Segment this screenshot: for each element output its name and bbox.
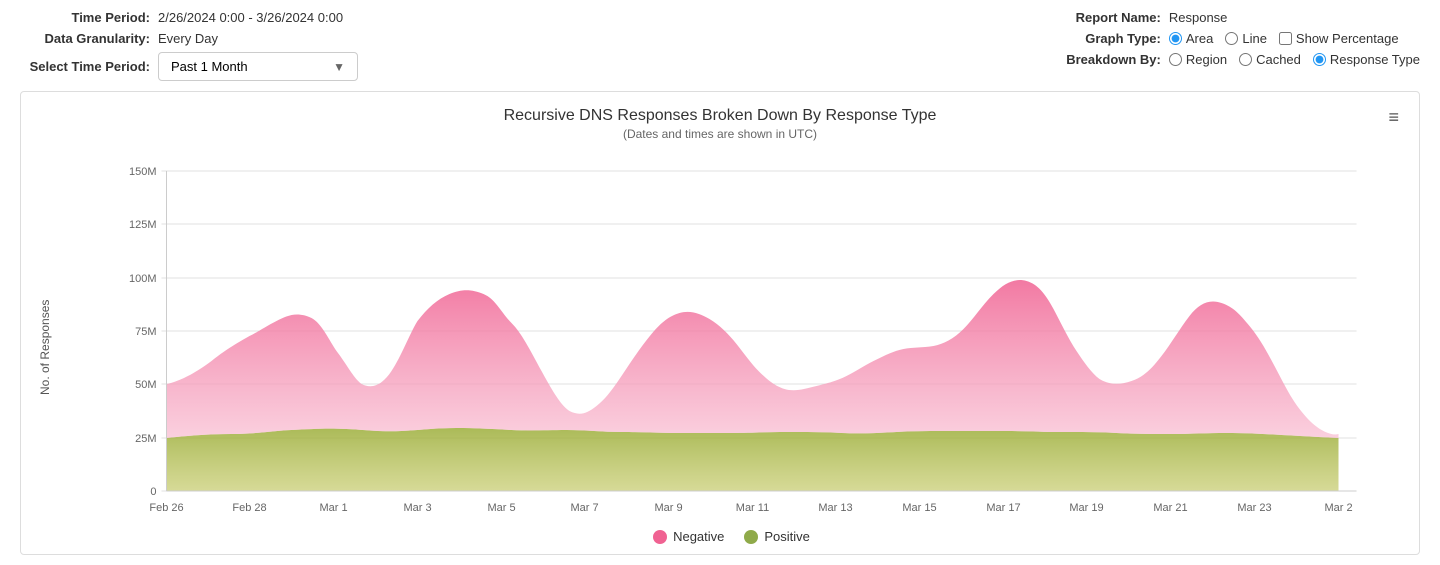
svg-text:Mar 21: Mar 21 (1153, 502, 1187, 514)
svg-text:Mar 19: Mar 19 (1069, 502, 1103, 514)
legend-negative: Negative (653, 529, 724, 544)
svg-text:Mar 1: Mar 1 (319, 502, 347, 514)
chart-plot: 150M 125M 100M 75M 50M 25M 0 Feb 26 Feb … (59, 151, 1404, 544)
positive-legend-label: Positive (764, 529, 810, 544)
svg-text:Mar 9: Mar 9 (654, 502, 682, 514)
chart-legend: Negative Positive (59, 529, 1404, 544)
time-period-dropdown-value: Past 1 Month (171, 59, 248, 74)
controls-panel: Time Period: 2/26/2024 0:00 - 3/26/2024 … (20, 10, 1420, 81)
show-percentage-checkbox[interactable]: Show Percentage (1279, 31, 1399, 46)
breakdown-region-label: Region (1186, 52, 1227, 67)
positive-legend-dot (744, 530, 758, 544)
svg-text:150M: 150M (129, 166, 157, 178)
svg-text:Feb 26: Feb 26 (149, 502, 183, 514)
svg-text:125M: 125M (129, 219, 157, 231)
time-period-value: 2/26/2024 0:00 - 3/26/2024 0:00 (158, 10, 343, 25)
svg-text:Mar 17: Mar 17 (986, 502, 1020, 514)
controls-right: Report Name: Response Graph Type: Area L… (1031, 10, 1420, 81)
breakdown-cached-label: Cached (1256, 52, 1301, 67)
chart-subtitle: (Dates and times are shown in UTC) (36, 127, 1404, 141)
breakdown-by-group: Region Cached Response Type (1169, 52, 1420, 67)
chart-menu-icon[interactable]: ≡ (1388, 107, 1399, 128)
time-period-row: Time Period: 2/26/2024 0:00 - 3/26/2024 … (20, 10, 358, 25)
chart-container: Recursive DNS Responses Broken Down By R… (20, 91, 1420, 555)
graph-type-area[interactable]: Area (1169, 31, 1213, 46)
breakdown-cached[interactable]: Cached (1239, 52, 1301, 67)
graph-type-row: Graph Type: Area Line Show Percentage (1031, 31, 1420, 46)
graph-type-line-label: Line (1242, 31, 1267, 46)
time-period-dropdown[interactable]: Past 1 Month ▼ (158, 52, 358, 81)
time-period-label: Time Period: (20, 10, 150, 25)
chart-body: No. of Responses (36, 151, 1404, 544)
negative-legend-dot (653, 530, 667, 544)
legend-positive: Positive (744, 529, 810, 544)
svg-text:Mar 15: Mar 15 (902, 502, 936, 514)
svg-text:Mar 7: Mar 7 (570, 502, 598, 514)
report-name-label: Report Name: (1031, 10, 1161, 25)
svg-text:Feb 28: Feb 28 (232, 502, 266, 514)
svg-text:Mar 5: Mar 5 (487, 502, 515, 514)
svg-text:100M: 100M (129, 273, 157, 285)
select-time-period-label: Select Time Period: (20, 59, 150, 74)
page: Time Period: 2/26/2024 0:00 - 3/26/2024 … (0, 0, 1440, 565)
report-name-value: Response (1169, 10, 1228, 25)
show-percentage-label: Show Percentage (1296, 31, 1399, 46)
svg-text:Mar 2: Mar 2 (1324, 502, 1352, 514)
svg-text:50M: 50M (135, 379, 156, 391)
graph-type-group: Area Line Show Percentage (1169, 31, 1399, 46)
negative-legend-label: Negative (673, 529, 724, 544)
chart-header: Recursive DNS Responses Broken Down By R… (36, 107, 1404, 141)
y-axis-label: No. of Responses (36, 151, 54, 544)
svg-text:75M: 75M (135, 326, 156, 338)
svg-text:Mar 13: Mar 13 (818, 502, 852, 514)
svg-text:Mar 23: Mar 23 (1237, 502, 1271, 514)
chart-svg: 150M 125M 100M 75M 50M 25M 0 Feb 26 Feb … (59, 151, 1404, 521)
data-granularity-row: Data Granularity: Every Day (20, 31, 358, 46)
chevron-down-icon: ▼ (333, 60, 345, 74)
graph-type-area-label: Area (1186, 31, 1213, 46)
positive-area (167, 428, 1339, 491)
chart-title: Recursive DNS Responses Broken Down By R… (36, 107, 1404, 125)
breakdown-by-row: Breakdown By: Region Cached Response Typ… (1031, 52, 1420, 67)
svg-text:25M: 25M (135, 433, 156, 445)
breakdown-by-label: Breakdown By: (1031, 52, 1161, 67)
report-name-row: Report Name: Response (1031, 10, 1420, 25)
graph-type-line[interactable]: Line (1225, 31, 1267, 46)
negative-area (167, 280, 1339, 438)
graph-type-label: Graph Type: (1031, 31, 1161, 46)
data-granularity-value: Every Day (158, 31, 218, 46)
select-time-period-row: Select Time Period: Past 1 Month ▼ (20, 52, 358, 81)
svg-text:Mar 3: Mar 3 (403, 502, 431, 514)
data-granularity-label: Data Granularity: (20, 31, 150, 46)
breakdown-response-type[interactable]: Response Type (1313, 52, 1420, 67)
svg-text:Mar 11: Mar 11 (736, 502, 769, 514)
controls-left: Time Period: 2/26/2024 0:00 - 3/26/2024 … (20, 10, 358, 81)
breakdown-response-type-label: Response Type (1330, 52, 1420, 67)
breakdown-region[interactable]: Region (1169, 52, 1227, 67)
svg-text:0: 0 (150, 486, 156, 498)
